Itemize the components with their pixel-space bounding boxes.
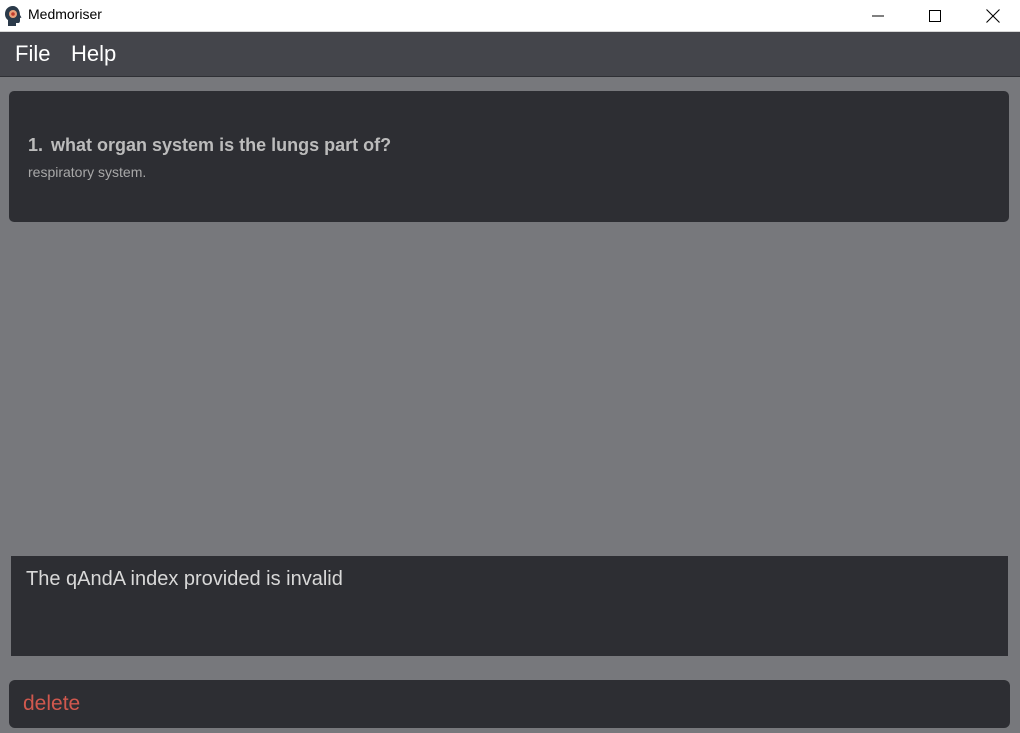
maximize-button[interactable]: [912, 0, 958, 31]
title-bar[interactable]: Medmoriser: [0, 0, 1020, 32]
menu-file[interactable]: File: [15, 41, 50, 67]
qanda-index: 1.: [28, 135, 44, 155]
menu-help[interactable]: Help: [71, 41, 116, 67]
head-silhouette-icon: [5, 6, 22, 26]
qanda-card[interactable]: 1. what organ system is the lungs part of…: [9, 91, 1009, 222]
app-window: Medmoriser File Help 1. what organ system…: [0, 0, 1020, 733]
close-icon: [986, 8, 1000, 23]
qanda-question-text: what organ system is the lungs part of?: [51, 135, 392, 155]
close-button[interactable]: [970, 0, 1016, 31]
minimize-button[interactable]: [855, 0, 901, 31]
command-box: [9, 680, 1010, 728]
qanda-answer: respiratory system.: [28, 164, 147, 180]
result-display[interactable]: The qAndA index provided is invalid: [11, 556, 1008, 656]
menu-bar: File Help: [0, 32, 1020, 77]
qanda-question: 1. what organ system is the lungs part of…: [28, 135, 391, 156]
result-message: The qAndA index provided is invalid: [26, 568, 343, 590]
maximize-icon: [929, 9, 941, 22]
command-input[interactable]: [23, 690, 993, 718]
minimize-icon: [872, 15, 884, 16]
window-title: Medmoriser: [28, 6, 102, 22]
